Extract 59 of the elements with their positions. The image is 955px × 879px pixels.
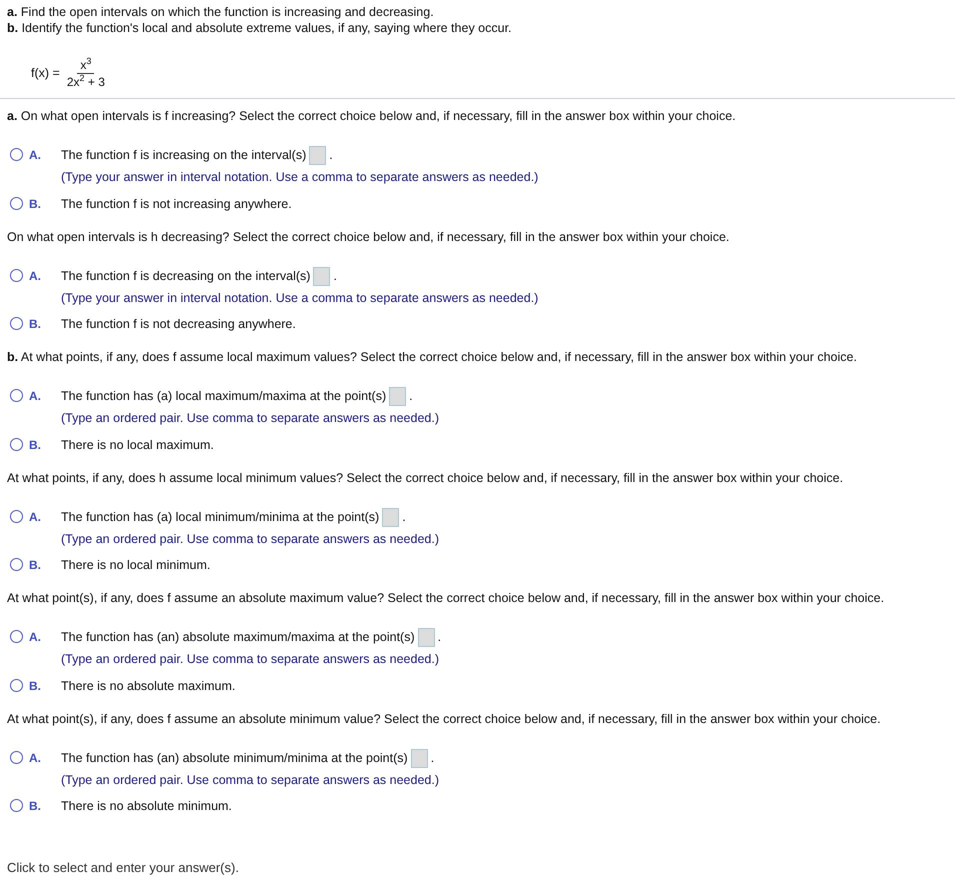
radio-button[interactable]: [10, 148, 23, 161]
hint-text: (Type an ordered pair. Use comma to separate answers as needed.): [61, 772, 439, 789]
radio-button[interactable]: [10, 750, 23, 764]
question-prompt: At what point(s), if any, does f assume an absolute minimum value? Select the correct choice below and, if necessary, fill in the answer box within your choice.: [7, 710, 882, 726]
choice-letter: A.: [29, 268, 42, 284]
choice-letter: B.: [29, 678, 42, 695]
period: .: [402, 508, 406, 526]
radio-button[interactable]: [10, 438, 23, 451]
instruction-text: a. Find the open intervals on which the function is increasing and decreasing.: [7, 4, 435, 20]
choice-text: There is no absolute minimum.: [61, 798, 232, 816]
hint-text: (Type your answer in interval notation. Use a comma to separate answers as needed.): [61, 169, 538, 186]
radio-button[interactable]: [10, 799, 23, 812]
instruction-text: b. Identify the function's local and absolute extreme values, if any, saying where they occur.: [7, 20, 513, 36]
period: .: [329, 147, 333, 164]
question-prompt: a. On what open intervals is f increasing? Select the correct choice below and, if necessary, fill in the answer box within your choice.: [7, 108, 737, 124]
hint-text: (Type an ordered pair. Use comma to separate answers as needed.): [61, 410, 439, 427]
choice-letter: B.: [29, 316, 42, 334]
choice-letter: A.: [29, 147, 42, 164]
choice-letter: A.: [29, 388, 42, 405]
choice-letter: B.: [29, 196, 42, 213]
choice-letter: A.: [29, 629, 42, 646]
choice-text: There is no absolute maximum.: [61, 678, 236, 695]
period: .: [333, 268, 337, 285]
choice-letter: B.: [29, 436, 42, 454]
choice-text: There is no local minimum.: [61, 557, 210, 574]
question-prompt: At what point(s), if any, does f assume an absolute maximum value? Select the correct choice below and, if necessary, fill in the answer box within your choice.: [7, 590, 886, 606]
footer-text: Click to select and enter your answer(s).: [7, 859, 240, 877]
radio-button[interactable]: [10, 510, 23, 522]
choice-text: The function f is not increasing anywhere.: [61, 196, 292, 213]
radio-button[interactable]: [10, 389, 23, 402]
period: .: [438, 629, 442, 646]
period: .: [409, 388, 413, 406]
radio-button[interactable]: [10, 630, 23, 643]
hint-text: (Type an ordered pair. Use comma to separate answers as needed.): [61, 530, 439, 548]
choice-letter: A.: [29, 750, 42, 766]
choice-text: There is no local maximum.: [61, 436, 214, 454]
choice-letter: B.: [29, 557, 42, 574]
choice-text: The function f is not decreasing anywhere.: [61, 316, 296, 334]
radio-button[interactable]: [10, 317, 23, 330]
choice-text: The function f is decreasing on the interval(s): [61, 268, 310, 285]
hint-text: (Type an ordered pair. Use comma to separate answers as needed.): [61, 651, 440, 668]
choice-letter: A.: [29, 508, 42, 526]
hint-text: (Type your answer in interval notation. Use a comma to separate answers as needed.): [61, 290, 538, 307]
radio-button[interactable]: [10, 678, 23, 692]
choice-text: The function has (a) local maximum/maxima at the point(s): [61, 388, 386, 406]
fraction: x$^{3}$ 2x$^{2}$ + 3: [66, 56, 106, 90]
question-prompt: b. At what points, if any, does f assume local maximum values? Select the correct choice below and, if necessary, fill in the answer box within your choice.: [7, 349, 858, 365]
radio-button[interactable]: [10, 558, 23, 572]
radio-button[interactable]: [10, 196, 23, 210]
question-prompt: On what open intervals is h decreasing? Select the correct choice below and, if necessary, fill in the answer box within your choice.: [7, 228, 730, 244]
radio-button[interactable]: [10, 268, 23, 282]
function-label: f(x) =: [31, 64, 60, 82]
choice-text: The function has (a) local minimum/minima at the point(s): [61, 508, 380, 526]
choice-letter: B.: [29, 798, 42, 816]
period: .: [430, 750, 434, 767]
choice-text: The function f is increasing on the interval(s): [61, 147, 306, 164]
choice-text: The function has (an) absolute minimum/minima at the point(s): [61, 750, 408, 767]
choice-text: The function has (an) absolute maximum/maxima at the point(s): [61, 629, 415, 646]
question-prompt: At what points, if any, does h assume local minimum values? Select the correct choice below and, if necessary, fill in the answer box within your choice.: [7, 470, 844, 486]
